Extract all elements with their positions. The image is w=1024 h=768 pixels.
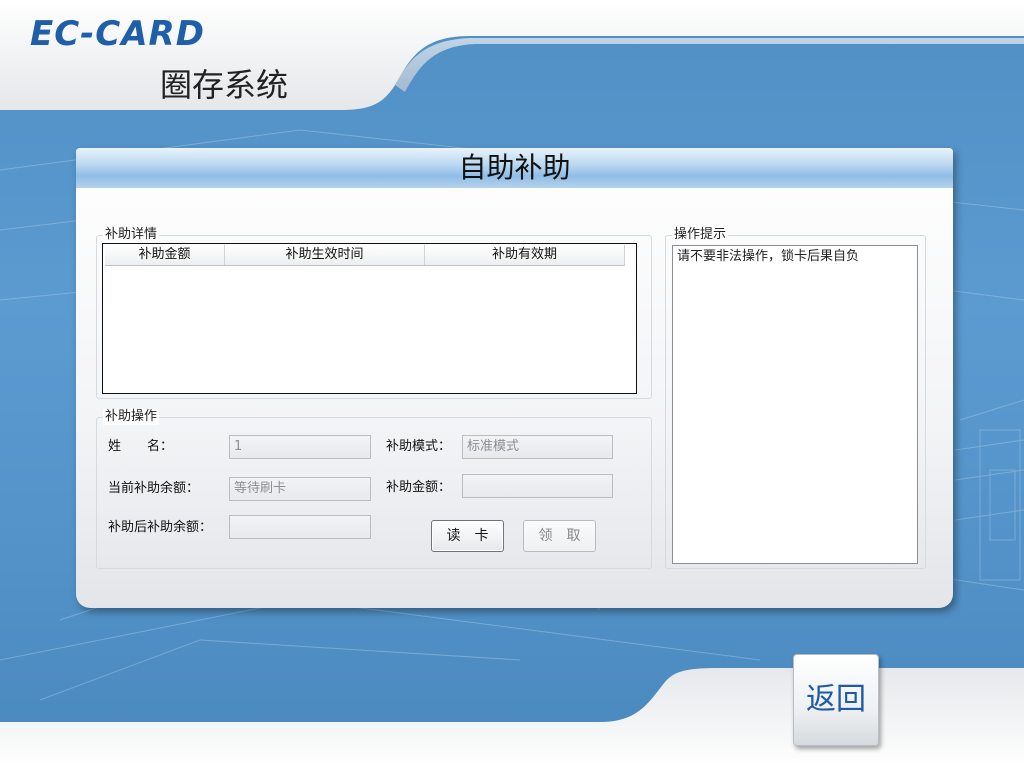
operation-hint-text: 请不要非法操作，锁卡后果自负 (672, 245, 918, 564)
mode-label: 补助模式： (386, 439, 452, 454)
table-header: 补助金额 补助生效时间 补助有效期 (105, 245, 625, 266)
mode-field[interactable]: 标准模式 (462, 435, 613, 459)
operation-hint-label: 操作提示 (672, 227, 729, 243)
claim-button[interactable]: 领取 (523, 520, 596, 552)
subsidy-details-table[interactable]: 补助金额 补助生效时间 补助有效期 (102, 243, 637, 394)
panel-title: 自助补助 (458, 151, 571, 184)
system-title: 圈存系统 (160, 66, 289, 104)
current-balance-label: 当前补助余额： (108, 481, 200, 496)
amount-label: 补助金额： (386, 480, 452, 495)
read-card-button[interactable]: 读卡 (431, 520, 504, 552)
back-button[interactable]: 返回 (793, 654, 879, 746)
column-header-amount[interactable]: 补助金额 (105, 245, 225, 265)
column-header-effective-time[interactable]: 补助生效时间 (225, 245, 425, 265)
column-header-validity[interactable]: 补助有效期 (425, 245, 625, 265)
after-balance-field[interactable] (229, 515, 371, 539)
name-label: 姓 名： (108, 439, 174, 454)
self-service-subsidy-panel: 自助补助 补助详情 补助金额 补助生效时间 补助有效期 补助操作 姓 名： 1 … (76, 148, 953, 608)
after-balance-label: 补助后补助余额： (108, 520, 213, 535)
subsidy-details-label: 补助详情 (103, 227, 160, 243)
current-balance-field[interactable]: 等待刷卡 (229, 477, 371, 501)
ec-card-logo: EC-CARD (30, 14, 205, 54)
name-field[interactable]: 1 (229, 435, 371, 459)
subsidy-operation-label: 补助操作 (103, 409, 160, 425)
amount-field[interactable] (462, 474, 613, 498)
